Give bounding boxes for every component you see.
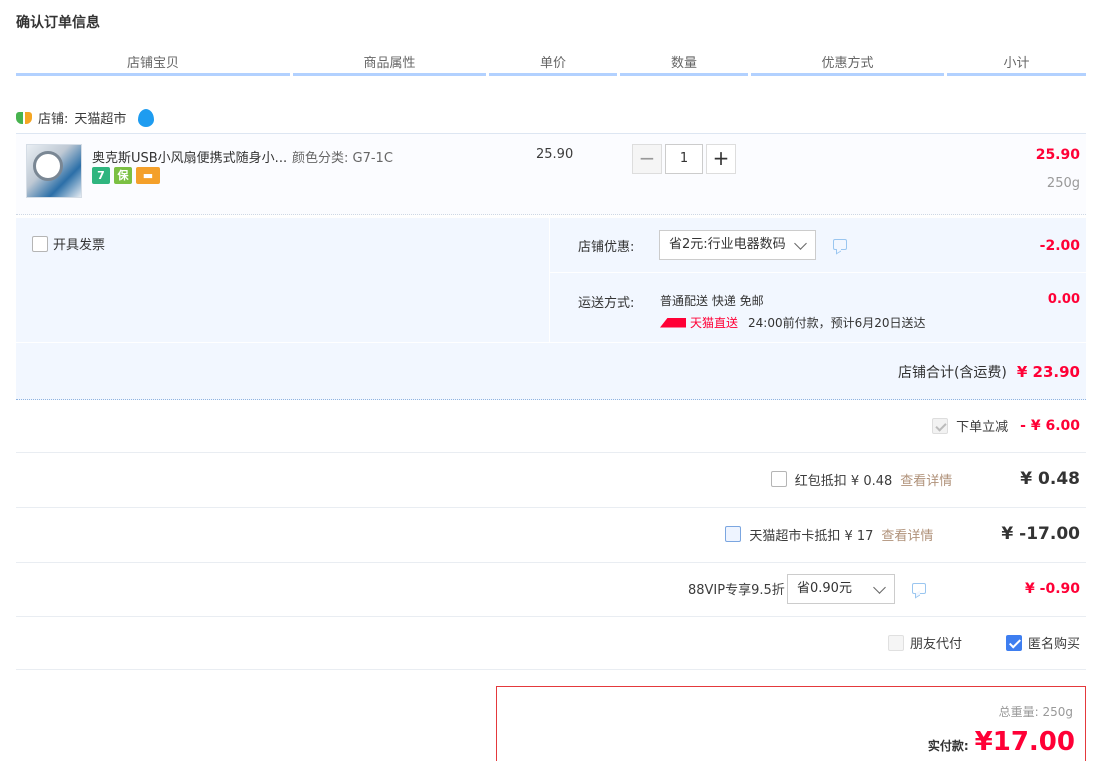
- tmall-direct-label: 天猫直送: [690, 316, 739, 330]
- supermarket-card-row: 天猫超市卡抵扣 ¥ 17 查看详情 ¥ -17.00: [16, 508, 1086, 563]
- vip-discount-amount: ¥ -0.90: [1025, 581, 1080, 597]
- invoice-checkbox[interactable]: [32, 235, 48, 252]
- quantity-stepper: − 1 +: [632, 144, 736, 174]
- tmall-cat-icon: [660, 317, 686, 328]
- wangwang-chat-icon[interactable]: [138, 108, 155, 127]
- item-unit-price: 25.90: [536, 147, 574, 162]
- divider: [549, 272, 1086, 273]
- qty-input[interactable]: 1: [665, 144, 703, 174]
- service-badges: 7 保 ▬: [92, 167, 160, 184]
- friend-pay-checkbox[interactable]: [887, 634, 904, 651]
- anonymous-checkbox[interactable]: [1005, 634, 1022, 651]
- shipping-method: 普通配送 快递 免邮: [660, 294, 764, 308]
- product-thumbnail[interactable]: [26, 144, 82, 198]
- chevron-down-icon: [794, 237, 807, 250]
- extra-options-row: 朋友代付 匿名购买: [16, 617, 1086, 670]
- supermarket-card-checkbox[interactable]: [725, 526, 742, 542]
- card-payment-icon[interactable]: ▬: [136, 167, 160, 184]
- col-header-subtotal: 小计: [947, 54, 1086, 76]
- page-title: 确认订单信息: [16, 15, 100, 31]
- message-icon[interactable]: [833, 239, 847, 250]
- instant-cut-row: 下单立减 - ¥ 6.00: [16, 400, 1086, 453]
- col-header-price: 单价: [489, 54, 617, 76]
- total-weight: 总重量: 250g: [998, 705, 1073, 719]
- instant-cut-amount: - ¥ 6.00: [1020, 417, 1080, 434]
- shop-discount-selected: 省2元:行业电器数码: [669, 237, 786, 252]
- qty-plus-button[interactable]: +: [706, 144, 736, 174]
- invoice-label: 开具发票: [53, 238, 106, 253]
- red-packet-label: 红包抵扣 ¥ 0.48: [794, 473, 893, 489]
- guarantee-icon[interactable]: 保: [114, 167, 132, 184]
- red-packet-row: 红包抵扣 ¥ 0.48 查看详情 ¥ 0.48: [16, 453, 1086, 508]
- vip-discount-selected: 省0.90元: [797, 581, 852, 596]
- pay-label: 实付款:: [927, 739, 969, 753]
- shop-discount-select[interactable]: 省2元:行业电器数码: [659, 230, 816, 260]
- shop-label: 店铺:: [38, 112, 69, 127]
- col-header-attr: 商品属性: [293, 54, 486, 76]
- order-options: 开具发票 店铺优惠: 省2元:行业电器数码 -2.00 运送方式: 普通配送 快…: [16, 218, 1086, 400]
- shop-name[interactable]: 天猫超市: [74, 108, 126, 127]
- item-subtotal: 25.90: [1035, 147, 1080, 163]
- shop-total-label: 店铺合计(含运费): [897, 365, 1007, 381]
- red-packet-checkbox[interactable]: [770, 471, 787, 487]
- shipping-note: 24:00前付款，预计6月20日送达: [748, 316, 926, 330]
- vip-label: 88VIP专享9.5折: [688, 583, 785, 598]
- item-weight: 250g: [1046, 176, 1080, 191]
- pay-line: 实付款: ¥17.00: [928, 727, 1075, 757]
- divider: [16, 342, 1086, 343]
- col-header-qty: 数量: [620, 54, 748, 76]
- invoice-option[interactable]: 开具发票: [32, 234, 105, 253]
- shipping-label: 运送方式:: [578, 296, 635, 311]
- col-header-discount: 优惠方式: [751, 54, 944, 76]
- shipping-value: 0.00: [1047, 292, 1080, 307]
- pay-amount: ¥17.00: [974, 727, 1075, 757]
- item-attribute: 颜色分类: G7-1C: [292, 151, 393, 166]
- payment-summary: 总重量: 250g 实付款: ¥17.00: [496, 686, 1086, 761]
- instant-cut-label: 下单立减: [956, 420, 1009, 435]
- col-header-item: 店铺宝贝: [16, 54, 290, 76]
- shop-discount-label: 店铺优惠:: [578, 240, 635, 255]
- red-packet-amount: ¥ 0.48: [1020, 469, 1080, 489]
- vip-discount-row: 88VIP专享9.5折 省0.90元 ¥ -0.90: [16, 563, 1086, 617]
- qty-minus-button[interactable]: −: [632, 144, 662, 174]
- supermarket-card-label: 天猫超市卡抵扣 ¥ 17: [749, 528, 874, 544]
- table-header: 店铺宝贝 商品属性 单价 数量 优惠方式 小计: [16, 54, 1086, 78]
- item-title[interactable]: 奥克斯USB小风扇便携式随身小...: [92, 147, 287, 166]
- shop-row: 店铺: 天猫超市: [16, 108, 155, 127]
- item-row: 奥克斯USB小风扇便携式随身小... 7 保 ▬ 颜色分类: G7-1C 25.…: [16, 133, 1086, 215]
- tmall-direct-tag: 天猫直送: [660, 314, 738, 331]
- supermarket-card-detail-link[interactable]: 查看详情: [881, 525, 933, 544]
- message-icon[interactable]: [912, 583, 926, 594]
- supermarket-card-amount: ¥ -17.00: [1001, 524, 1080, 544]
- shop-icon: [16, 111, 32, 124]
- shop-total-amount: ¥ 23.90: [1016, 363, 1080, 381]
- chevron-down-icon: [873, 581, 886, 594]
- shipping-eta: 天猫直送 24:00前付款，预计6月20日送达: [660, 314, 926, 331]
- anonymous-label: 匿名购买: [1027, 637, 1080, 652]
- shop-discount-value: -2.00: [1039, 238, 1080, 254]
- seven-day-return-icon[interactable]: 7: [92, 167, 110, 184]
- shop-total: 店铺合计(含运费) ¥ 23.90: [898, 362, 1080, 382]
- vip-discount-select[interactable]: 省0.90元: [787, 574, 895, 604]
- red-packet-detail-link[interactable]: 查看详情: [900, 470, 952, 489]
- friend-pay-label: 朋友代付: [909, 637, 962, 652]
- instant-cut-checkbox: [932, 417, 949, 434]
